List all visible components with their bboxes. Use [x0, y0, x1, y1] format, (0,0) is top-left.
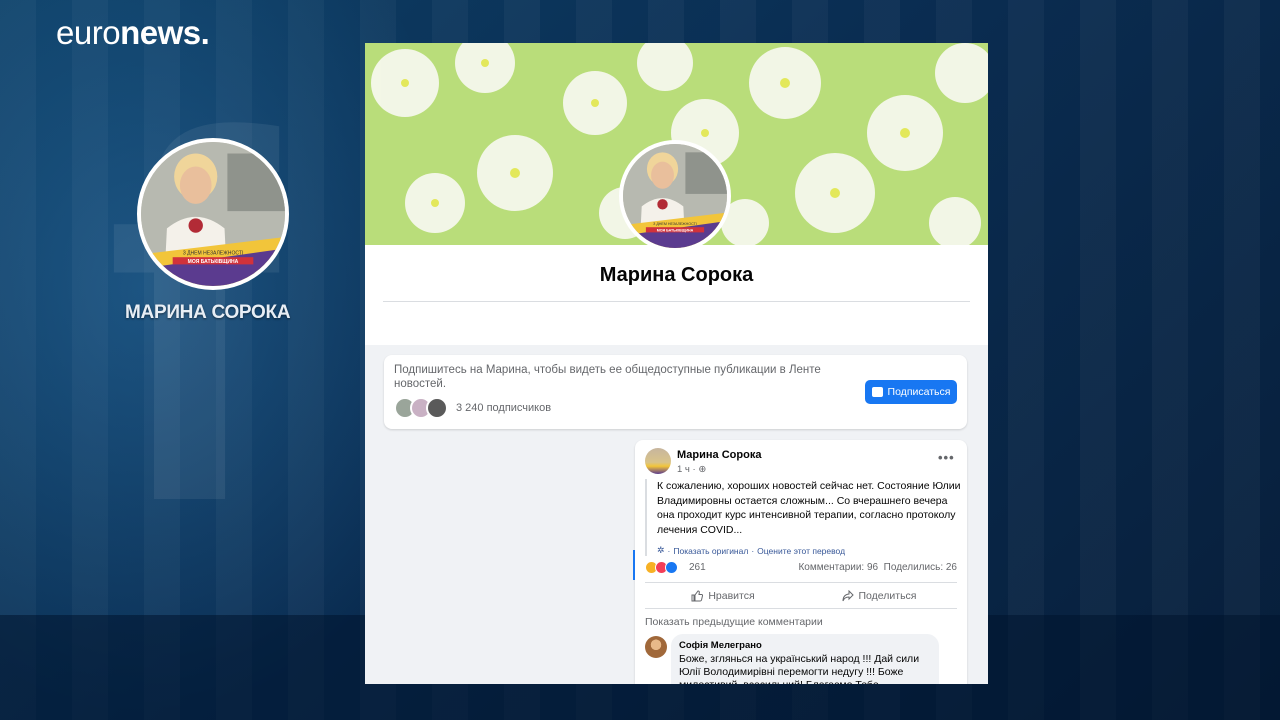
avatar-caption-line2: МОЯ БАТЬКІВЩИНА — [188, 259, 239, 265]
translate-separator: · — [667, 545, 671, 556]
share-button[interactable]: Поделиться — [801, 584, 957, 608]
profile-header — [365, 245, 988, 345]
comment-count[interactable]: Комментарии: 96 — [798, 562, 878, 573]
comment-author-avatar[interactable] — [645, 636, 667, 658]
follow-button-label: Подписаться — [887, 386, 951, 398]
share-count[interactable]: Поделились: 26 — [884, 562, 957, 573]
reaction-summary: 261 Комментарии: 96 Поделились: 26 — [645, 558, 957, 578]
comments-shares-count[interactable]: Комментарии: 96 Поделились: 26 — [798, 562, 957, 573]
comment-author[interactable]: Софія Мелеграно — [679, 640, 931, 651]
logo-part2: news — [120, 14, 201, 51]
like-reaction-icon[interactable] — [665, 561, 678, 574]
comment-bubble: Софія Мелеграно Боже, зглянься на україн… — [671, 634, 939, 684]
profile-name: Марина Сорока — [599, 264, 754, 286]
share-label: Поделиться — [858, 590, 917, 602]
show-previous-comments-link[interactable]: Показать предыдущие комментарии — [645, 616, 823, 628]
translate-separator: · — [751, 545, 755, 556]
post-author[interactable]: Марина Сорока — [677, 449, 761, 461]
person-photo: З ДНЕМ НЕЗАЛЕЖНОСТІ МОЯ БАТЬКІВЩИНА — [141, 142, 285, 286]
overlay-avatar: З ДНЕМ НЕЗАЛЕЖНОСТІ МОЯ БАТЬКІВЩИНА — [137, 138, 289, 290]
follow-prompt-text: Подпишитесь на Марина, чтобы видеть ее о… — [394, 364, 821, 390]
show-original-link[interactable]: Показать оригинал — [673, 546, 748, 556]
follow-icon — [871, 387, 883, 397]
profile-picture[interactable]: З ДНЕМ НЕЗАЛЕЖНОСТІ МОЯ БАТЬКІВЩИНА — [619, 140, 731, 252]
post-text: К сожалению, хороших новостей сейчас нет… — [657, 480, 961, 536]
post-time-value: 1 ч — [677, 464, 690, 475]
rate-translation-link[interactable]: Оцените этот перевод — [757, 546, 845, 556]
avatar-caption-line1: З ДНЕМ НЕЗАЛЕЖНОСТІ — [653, 222, 697, 226]
euronews-logo: euronews. — [56, 14, 210, 52]
more-options-button[interactable]: ••• — [938, 450, 955, 465]
thumbs-up-icon — [691, 590, 704, 602]
focus-indicator — [633, 550, 635, 580]
post-actions: Нравится Поделиться — [645, 584, 957, 608]
like-button[interactable]: Нравится — [645, 584, 801, 608]
logo-dot: . — [200, 14, 210, 51]
comment-text: Боже, зглянься на український народ !!! … — [679, 653, 920, 684]
post-timestamp[interactable]: 1 ч · ⊕ — [677, 464, 706, 475]
follower-count[interactable]: 3 240 подписчиков — [456, 402, 551, 414]
avatar-caption-line1: З ДНЕМ НЕЗАЛЕЖНОСТІ — [183, 250, 244, 256]
overlay-name: МАРИНА СОРОКА — [125, 302, 291, 323]
translation-row: ✲ · Показать оригинал · Оцените этот пер… — [657, 545, 963, 556]
post-author-avatar[interactable] — [645, 448, 671, 474]
facebook-page: З ДНЕМ НЕЗАЛЕЖНОСТІ МОЯ БАТЬКІВЩИНА Мари… — [365, 43, 988, 684]
post-time-separator: · — [692, 464, 696, 475]
like-label: Нравится — [708, 590, 755, 602]
follower-avatar — [426, 397, 448, 419]
reaction-count[interactable]: 261 — [689, 562, 706, 573]
avatar-caption-line2: МОЯ БАТЬКІВЩИНА — [657, 228, 694, 232]
post-card: Марина Сорока 1 ч · ⊕ ••• К сожалению, х… — [633, 440, 967, 684]
globe-icon: ⊕ — [698, 464, 707, 475]
follower-avatars — [394, 397, 454, 419]
follow-button[interactable]: Подписаться — [865, 380, 957, 404]
divider — [645, 582, 957, 583]
logo-part1: euro — [56, 14, 121, 51]
divider — [383, 301, 970, 302]
follow-card: Подпишитесь на Марина, чтобы видеть ее о… — [384, 355, 967, 429]
post-body: К сожалению, хороших новостей сейчас нет… — [645, 479, 963, 556]
divider — [645, 608, 957, 609]
person-photo: З ДНЕМ НЕЗАЛЕЖНОСТІ МОЯ БАТЬКІВЩИНА — [623, 144, 727, 248]
translate-gear-icon[interactable]: ✲ — [657, 545, 665, 556]
share-icon — [842, 590, 854, 602]
